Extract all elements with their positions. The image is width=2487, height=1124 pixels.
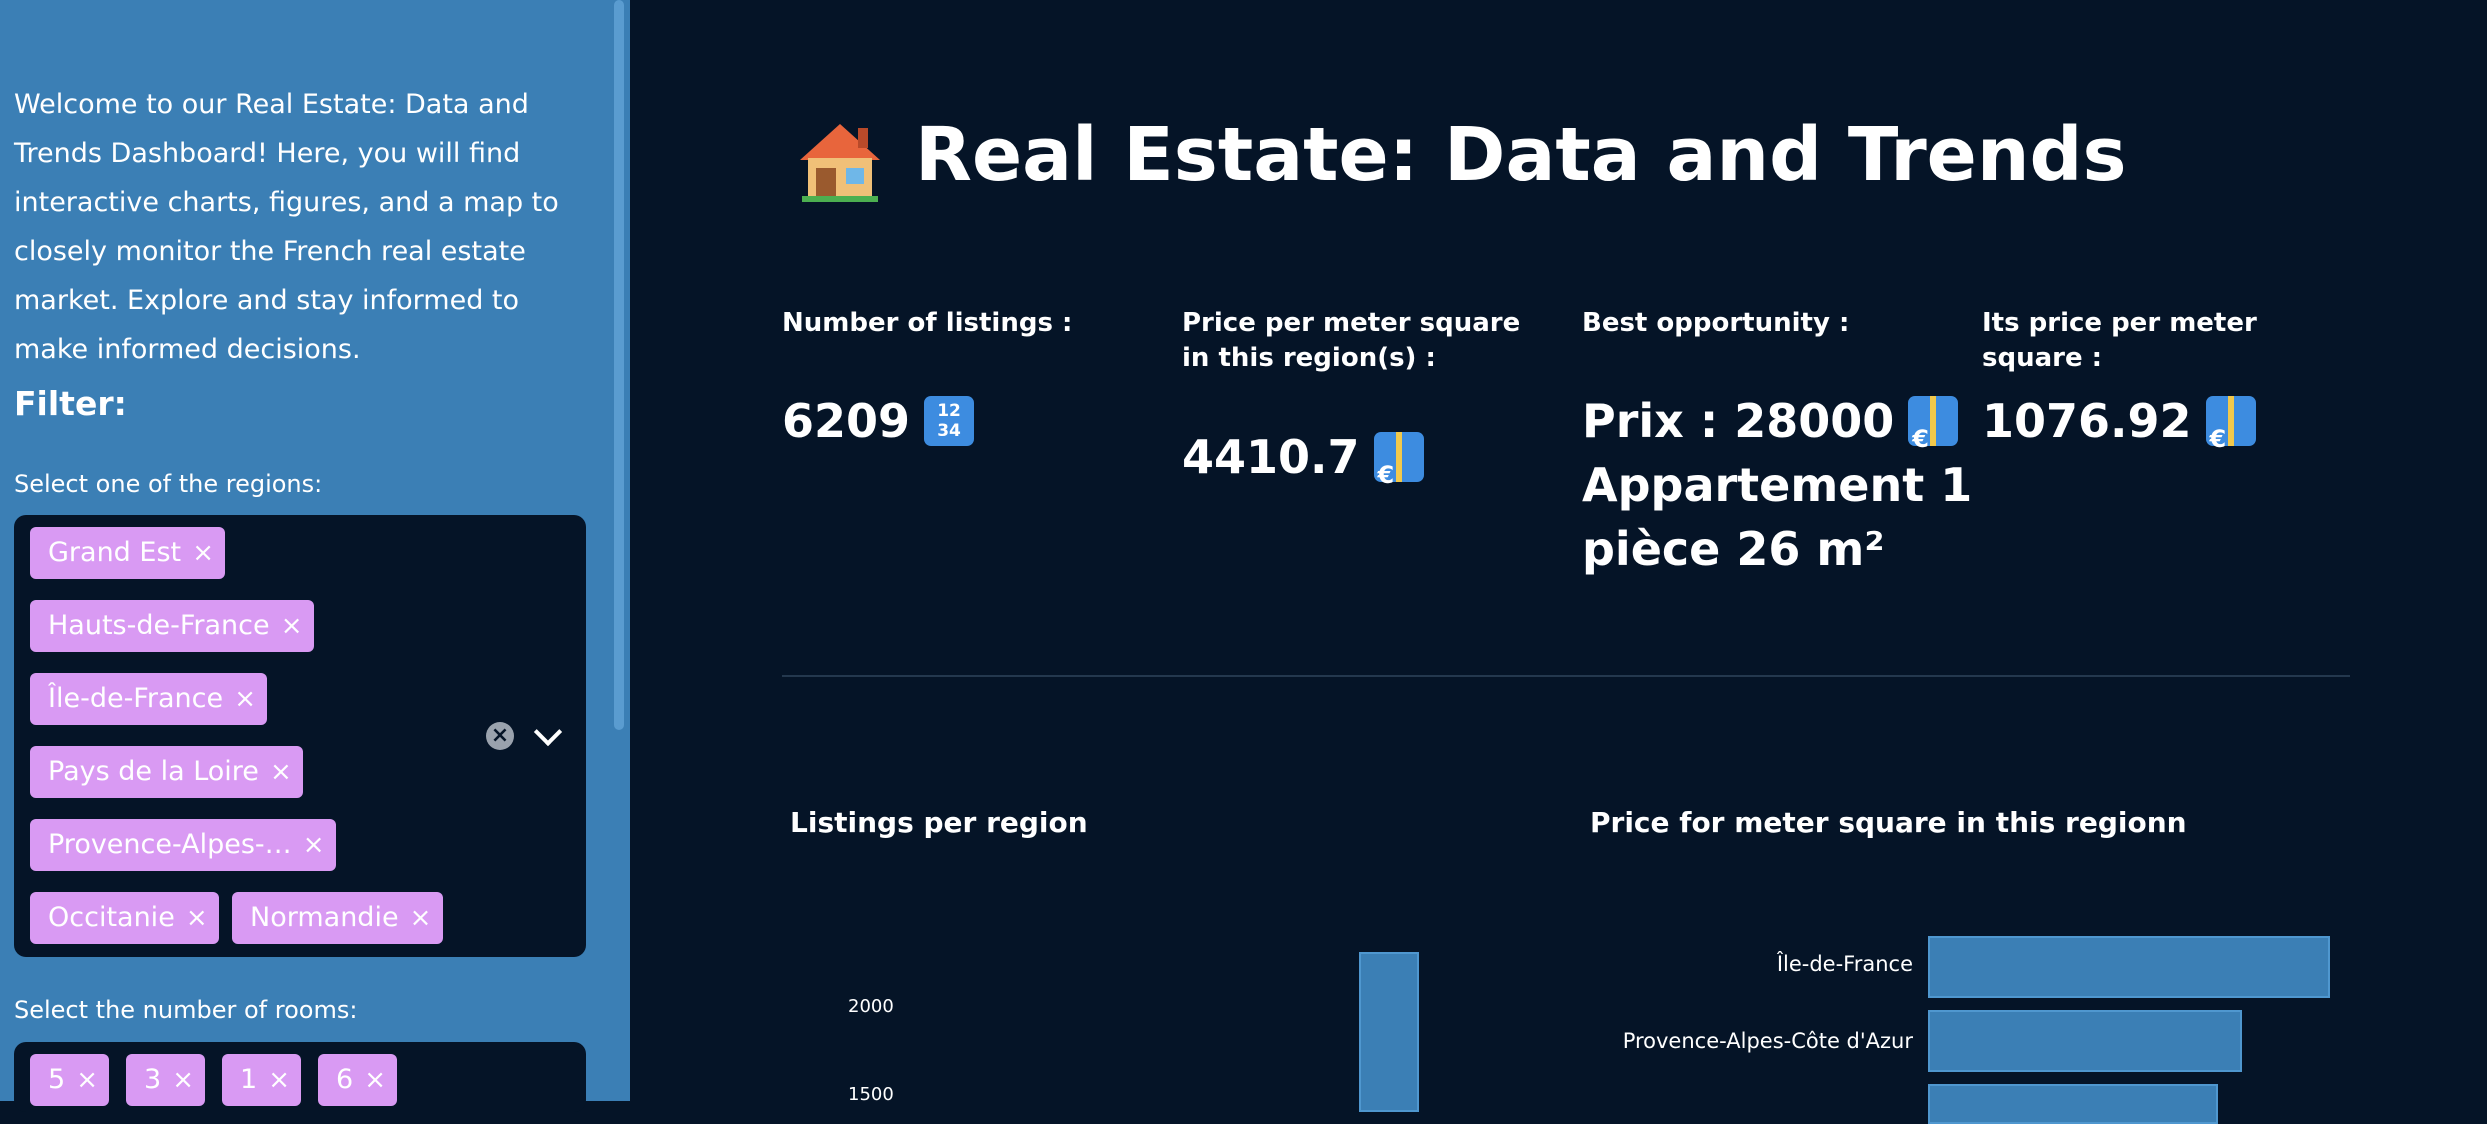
room-tag[interactable]: 3 ×	[126, 1054, 206, 1106]
ytick-label: 1500	[848, 1084, 894, 1105]
price-label: Price per meter square in this region(s)…	[1182, 308, 1521, 373]
price-value: 4410.7 €	[1182, 425, 1424, 489]
its-price-value: 1076.92 €	[1982, 389, 2256, 453]
remove-tag-icon[interactable]: ×	[399, 892, 443, 944]
rooms-label: Select the number of rooms:	[14, 996, 358, 1024]
remove-tag-icon[interactable]: ×	[65, 1054, 109, 1106]
euro-banknote-icon: €	[2205, 395, 2256, 453]
best-opportunity-value: Prix : 28000 € Appartement 1 pièce 26 m²	[1582, 394, 1973, 576]
region-tag[interactable]: Normandie ×	[232, 892, 443, 944]
chart-bar[interactable]	[1928, 1084, 2218, 1124]
filter-title: Filter:	[14, 384, 127, 423]
remove-tag-icon[interactable]: ×	[257, 1054, 301, 1106]
chevron-down-icon[interactable]	[533, 717, 563, 747]
intro-text: Welcome to our Real Estate: Data and Tre…	[14, 89, 559, 365]
euro-banknote-icon: €	[1908, 395, 1959, 453]
numbers-icon: 12 34	[924, 395, 975, 446]
remove-tag-icon[interactable]: ×	[181, 527, 225, 579]
remove-tag-icon[interactable]: ×	[270, 600, 314, 652]
remove-tag-icon[interactable]: ×	[223, 673, 267, 725]
room-tag[interactable]: 1 ×	[222, 1054, 302, 1106]
listings-label: Number of listings :	[782, 308, 1073, 338]
rooms-multiselect[interactable]: 5 × 3 × 1 × 6 ×	[14, 1042, 586, 1112]
region-tag[interactable]: Occitanie ×	[30, 892, 219, 944]
listings-value: 6209 12 34	[782, 389, 975, 453]
room-tag[interactable]: 6 ×	[318, 1054, 398, 1106]
chart-bar[interactable]	[1928, 936, 2330, 998]
region-tag[interactable]: Hauts-de-France ×	[30, 600, 314, 652]
listings-chart-title: Listings per region	[790, 806, 1088, 839]
its-price-label: Its price per meter square :	[1982, 308, 2257, 373]
remove-tag-icon[interactable]: ×	[259, 746, 303, 798]
sidebar: Welcome to our Real Estate: Data and Tre…	[0, 0, 630, 1112]
house-icon	[800, 124, 880, 202]
divider	[782, 675, 2350, 677]
region-tag[interactable]: Grand Est ×	[30, 527, 226, 579]
category-label: Île-de-France	[1776, 952, 1913, 976]
region-tag[interactable]: Pays de la Loire ×	[30, 746, 303, 798]
region-tag[interactable]: Île-de-France ×	[30, 673, 268, 725]
euro-banknote-icon: €	[1373, 431, 1424, 489]
chart-bar[interactable]	[1928, 1010, 2242, 1072]
regions-multiselect[interactable]: Grand Est × Hauts-de-France × Île-de-Franc…	[14, 515, 586, 957]
best-opportunity-label: Best opportunity :	[1582, 308, 1850, 338]
remove-tag-icon[interactable]: ×	[161, 1054, 205, 1106]
page-title: Real Estate: Data and Trends	[915, 112, 2127, 198]
remove-tag-icon[interactable]: ×	[353, 1054, 397, 1106]
ytick-label: 2000	[848, 996, 894, 1017]
region-tag[interactable]: Provence-Alpes-… ×	[30, 819, 336, 871]
regions-label: Select one of the regions:	[14, 470, 323, 498]
sidebar-scrollbar[interactable]	[614, 0, 624, 730]
chart-bar[interactable]	[1359, 952, 1419, 1112]
remove-tag-icon[interactable]: ×	[175, 892, 219, 944]
price-chart-title: Price for meter square in this regionn	[1590, 806, 2187, 839]
room-tag[interactable]: 5 ×	[30, 1054, 110, 1106]
clear-all-icon[interactable]: ×	[486, 722, 514, 750]
remove-tag-icon[interactable]: ×	[292, 819, 336, 871]
category-label: Provence-Alpes-Côte d'Azur	[1622, 1029, 1913, 1053]
